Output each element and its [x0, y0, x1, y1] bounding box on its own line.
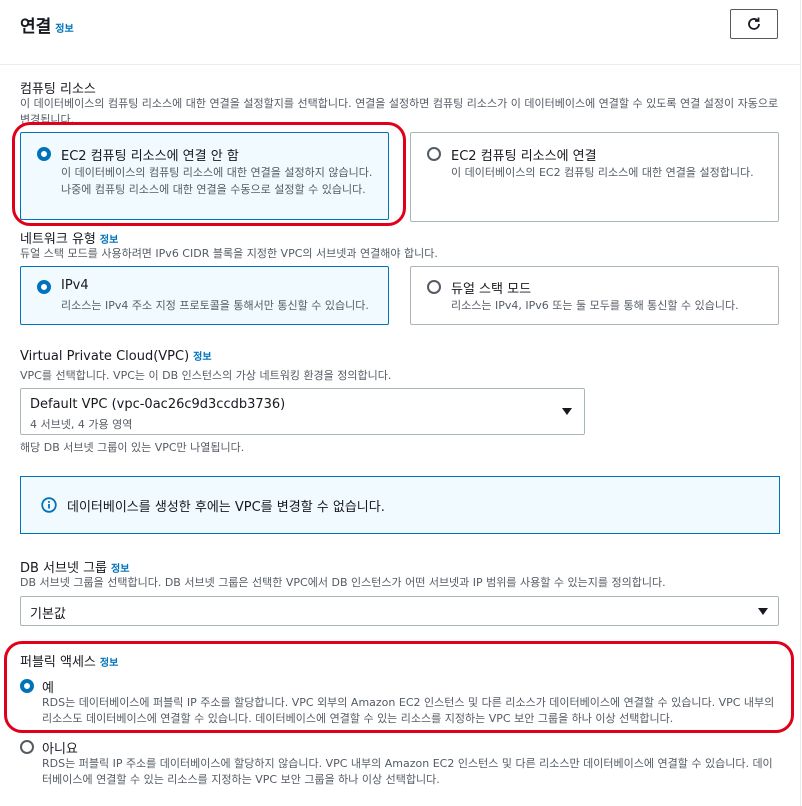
info-link[interactable]: 정보: [111, 564, 129, 575]
subnet-desc: DB 서브넷 그룹을 선택합니다. DB 서브넷 그룹은 선택한 VPC에서 D…: [20, 576, 666, 589]
vpc-select[interactable]: Default VPC (vpc-0ac26c9d3ccdb3736) 4 서브…: [20, 388, 585, 435]
chevron-down-icon: [758, 608, 768, 615]
vpc-info-alert: 데이터베이스를 생성한 후에는 VPC를 변경할 수 없습니다.: [20, 476, 780, 534]
vpc-selected-value: Default VPC (vpc-0ac26c9d3ccdb3736): [30, 397, 286, 412]
subnet-label: DB 서브넷 그룹 정보: [20, 557, 129, 576]
highlight-annotation-compute: [12, 122, 406, 226]
option-title: 듀얼 스택 모드: [451, 282, 532, 297]
radio-connect-ec2[interactable]: [427, 147, 441, 161]
network-label-text: 네트워크 유형: [20, 232, 96, 247]
public-no-desc: RDS는 퍼블릭 IP 주소를 데이터베이스에 할당하지 않습니다. VPC 내…: [42, 757, 773, 786]
vpc-selected-sub: 4 서브넷, 4 가용 영역: [30, 418, 133, 431]
info-link[interactable]: 정보: [55, 24, 73, 35]
network-desc: 듀얼 스택 모드를 사용하려면 IPv6 CIDR 블록을 지정한 VPC의 서…: [20, 247, 438, 260]
compute-label: 컴퓨팅 리소스: [20, 82, 96, 97]
network-option-ipv4[interactable]: IPv4 리소스는 IPv4 주소 지정 프로토콜을 통해서만 통신할 수 있습…: [20, 266, 389, 325]
public-no-title: 아니요: [42, 742, 78, 757]
refresh-button[interactable]: [730, 9, 778, 39]
connectivity-panel: 연결 정보 컴퓨팅 리소스 이 데이터베이스의 컴퓨팅 리소스에 대한 연결을 설…: [0, 0, 801, 806]
subnet-selected-value: 기본값: [30, 607, 66, 622]
info-link[interactable]: 정보: [193, 352, 211, 363]
panel-header: 연결 정보: [0, 0, 800, 65]
vpc-label: Virtual Private Cloud(VPC) 정보: [20, 348, 212, 364]
info-icon: [41, 497, 57, 513]
subnet-select[interactable]: 기본값: [20, 596, 779, 626]
vpc-desc: VPC를 선택합니다. VPC는 이 DB 인스턴스의 가상 네트워킹 환경을 …: [20, 369, 392, 382]
alert-text: 데이터베이스를 생성한 후에는 VPC를 변경할 수 없습니다.: [67, 500, 385, 515]
highlight-annotation-public-access: [4, 641, 794, 733]
section-title: 연결: [20, 17, 52, 37]
network-option-dual-stack[interactable]: 듀얼 스택 모드 리소스는 IPv4, IPv6 또는 둘 모두를 통해 통신할…: [410, 266, 779, 325]
compute-option-connect-ec2[interactable]: EC2 컴퓨팅 리소스에 연결 이 데이터베이스의 EC2 컴퓨팅 리소스에 대…: [410, 132, 779, 222]
option-title: EC2 컴퓨팅 리소스에 연결: [451, 149, 597, 164]
radio-dual-stack[interactable]: [427, 280, 441, 294]
radio-ipv4[interactable]: [37, 280, 51, 294]
chevron-down-icon: [562, 408, 572, 415]
info-link[interactable]: 정보: [100, 235, 118, 246]
option-desc: 리소스는 IPv4, IPv6 또는 둘 모두를 통해 통신할 수 있습니다.: [451, 299, 739, 312]
option-desc: 이 데이터베이스의 EC2 컴퓨팅 리소스에 대한 연결을 설정합니다.: [451, 166, 754, 179]
option-desc: 리소스는 IPv4 주소 지정 프로토콜을 통해서만 통신할 수 있습니다.: [61, 299, 369, 312]
vpc-label-text: Virtual Private Cloud(VPC): [20, 349, 190, 364]
refresh-icon: [748, 17, 760, 30]
option-title: IPv4: [61, 278, 89, 293]
network-label: 네트워크 유형 정보: [20, 228, 118, 247]
subnet-label-text: DB 서브넷 그룹: [20, 561, 107, 576]
page-title: 연결 정보: [20, 12, 74, 37]
radio-public-no[interactable]: [20, 740, 34, 754]
vpc-hint: 해당 DB 서브넷 그룹이 있는 VPC만 나열됩니다.: [20, 441, 245, 454]
